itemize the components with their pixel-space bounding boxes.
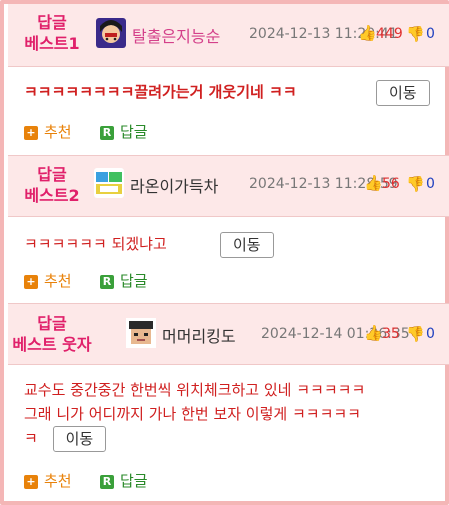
thumbs-down-icon[interactable]: 👎 <box>406 25 425 43</box>
upvote-count: 56 <box>382 176 400 192</box>
thumbs-down-icon[interactable]: 👎 <box>406 325 425 343</box>
recommend-label: 추천 <box>44 272 72 290</box>
avatar[interactable] <box>94 168 124 198</box>
reply-button[interactable]: R 답글 <box>100 270 148 291</box>
comment-body: ㅋㅋㅋㅋㅋㅋ 되겠냐고 <box>24 232 167 256</box>
comment-text: ㅋㅋㅋㅋㅋㅋㅋㅋ끌려가는거 개웃기네 ㅋㅋ <box>24 83 297 101</box>
recommend-button[interactable]: + 추천 <box>24 470 72 491</box>
move-button[interactable]: 이동 <box>52 426 107 452</box>
nickname[interactable]: 탈출은지능순 <box>132 23 220 47</box>
upvote-count: 449 <box>376 26 403 42</box>
comments-frame: 답글 베스트1 탈출은지능순 2024-12-13 11:20:41 👍 449… <box>0 0 449 505</box>
downvote-count: 0 <box>426 326 435 342</box>
comment-header: 답글 베스트 웃자 머머리킹도 2024-12-14 01:26:35 👍 35… <box>8 304 449 365</box>
best-badge: 답글 베스트2 <box>8 164 96 206</box>
comment-text-line: 그래 니가 어디까지 가나 한번 보자 이렇게 ㅋㅋㅋㅋㅋ <box>24 405 361 423</box>
plus-square-icon: + <box>24 125 38 140</box>
comment-text-line: ㅋ <box>24 429 38 448</box>
thumbs-up-icon[interactable]: 👍 <box>358 24 377 42</box>
best-badge: 답글 베스트1 <box>8 12 96 54</box>
recommend-button[interactable]: + 추천 <box>24 121 72 142</box>
badge-line1: 답글 <box>37 13 67 32</box>
avatar-image <box>96 18 126 48</box>
comment-actions: + 추천 R 답글 <box>24 270 224 294</box>
avatar-image <box>126 318 156 348</box>
comment-body: 교수도 중간중간 한번씩 위치체크하고 있네 ㅋㅋㅋㅋㅋ 그래 니가 어디까지 … <box>24 378 444 454</box>
comment-header: 답글 베스트1 탈출은지능순 2024-12-13 11:20:41 👍 449… <box>8 4 449 67</box>
reply-label: 답글 <box>120 272 148 290</box>
badge-line2: 베스트 웃자 <box>12 335 92 354</box>
best-badge: 답글 베스트 웃자 <box>8 313 96 355</box>
recommend-label: 추천 <box>44 123 72 141</box>
upvote-count: 35 <box>382 326 400 342</box>
comment-text: ㅋㅋㅋㅋㅋㅋ 되겠냐고 <box>24 235 167 253</box>
recommend-button[interactable]: + 추천 <box>24 270 72 291</box>
comment-text-line: 교수도 중간중간 한번씩 위치체크하고 있네 ㅋㅋㅋㅋㅋ <box>24 381 366 399</box>
thumbs-down-icon[interactable]: 👎 <box>406 175 425 193</box>
plus-square-icon: + <box>24 474 38 489</box>
reply-label: 답글 <box>120 472 148 490</box>
recommend-label: 추천 <box>44 472 72 490</box>
avatar-image <box>94 168 124 198</box>
r-square-icon: R <box>100 125 114 140</box>
comment-actions: + 추천 R 답글 <box>24 121 224 145</box>
downvote-count: 0 <box>426 176 435 192</box>
comment-actions: + 추천 R 답글 <box>24 470 224 494</box>
comment-body: ㅋㅋㅋㅋㅋㅋㅋㅋ끌려가는거 개웃기네 ㅋㅋ <box>24 80 297 104</box>
comment-header: 답글 베스트2 라온이가득차 2024-12-13 11:28:59 👍 56 … <box>8 156 449 217</box>
badge-line1: 답글 <box>37 165 67 184</box>
reply-button[interactable]: R 답글 <box>100 470 148 491</box>
avatar[interactable] <box>96 18 126 48</box>
thumbs-up-icon[interactable]: 👍 <box>364 324 383 342</box>
move-button[interactable]: 이동 <box>220 232 274 258</box>
plus-square-icon: + <box>24 274 38 289</box>
r-square-icon: R <box>100 474 114 489</box>
downvote-count: 0 <box>426 26 435 42</box>
move-button[interactable]: 이동 <box>376 80 430 106</box>
badge-line2: 베스트2 <box>24 186 80 205</box>
thumbs-up-icon[interactable]: 👍 <box>364 174 383 192</box>
reply-button[interactable]: R 답글 <box>100 121 148 142</box>
badge-line2: 베스트1 <box>24 34 80 53</box>
avatar[interactable] <box>126 318 156 348</box>
r-square-icon: R <box>100 274 114 289</box>
reply-label: 답글 <box>120 123 148 141</box>
nickname[interactable]: 머머리킹도 <box>162 323 236 347</box>
nickname[interactable]: 라온이가득차 <box>130 173 218 197</box>
comment-text-line-wrap: ㅋ 이동 <box>24 426 444 454</box>
badge-line1: 답글 <box>37 314 67 333</box>
